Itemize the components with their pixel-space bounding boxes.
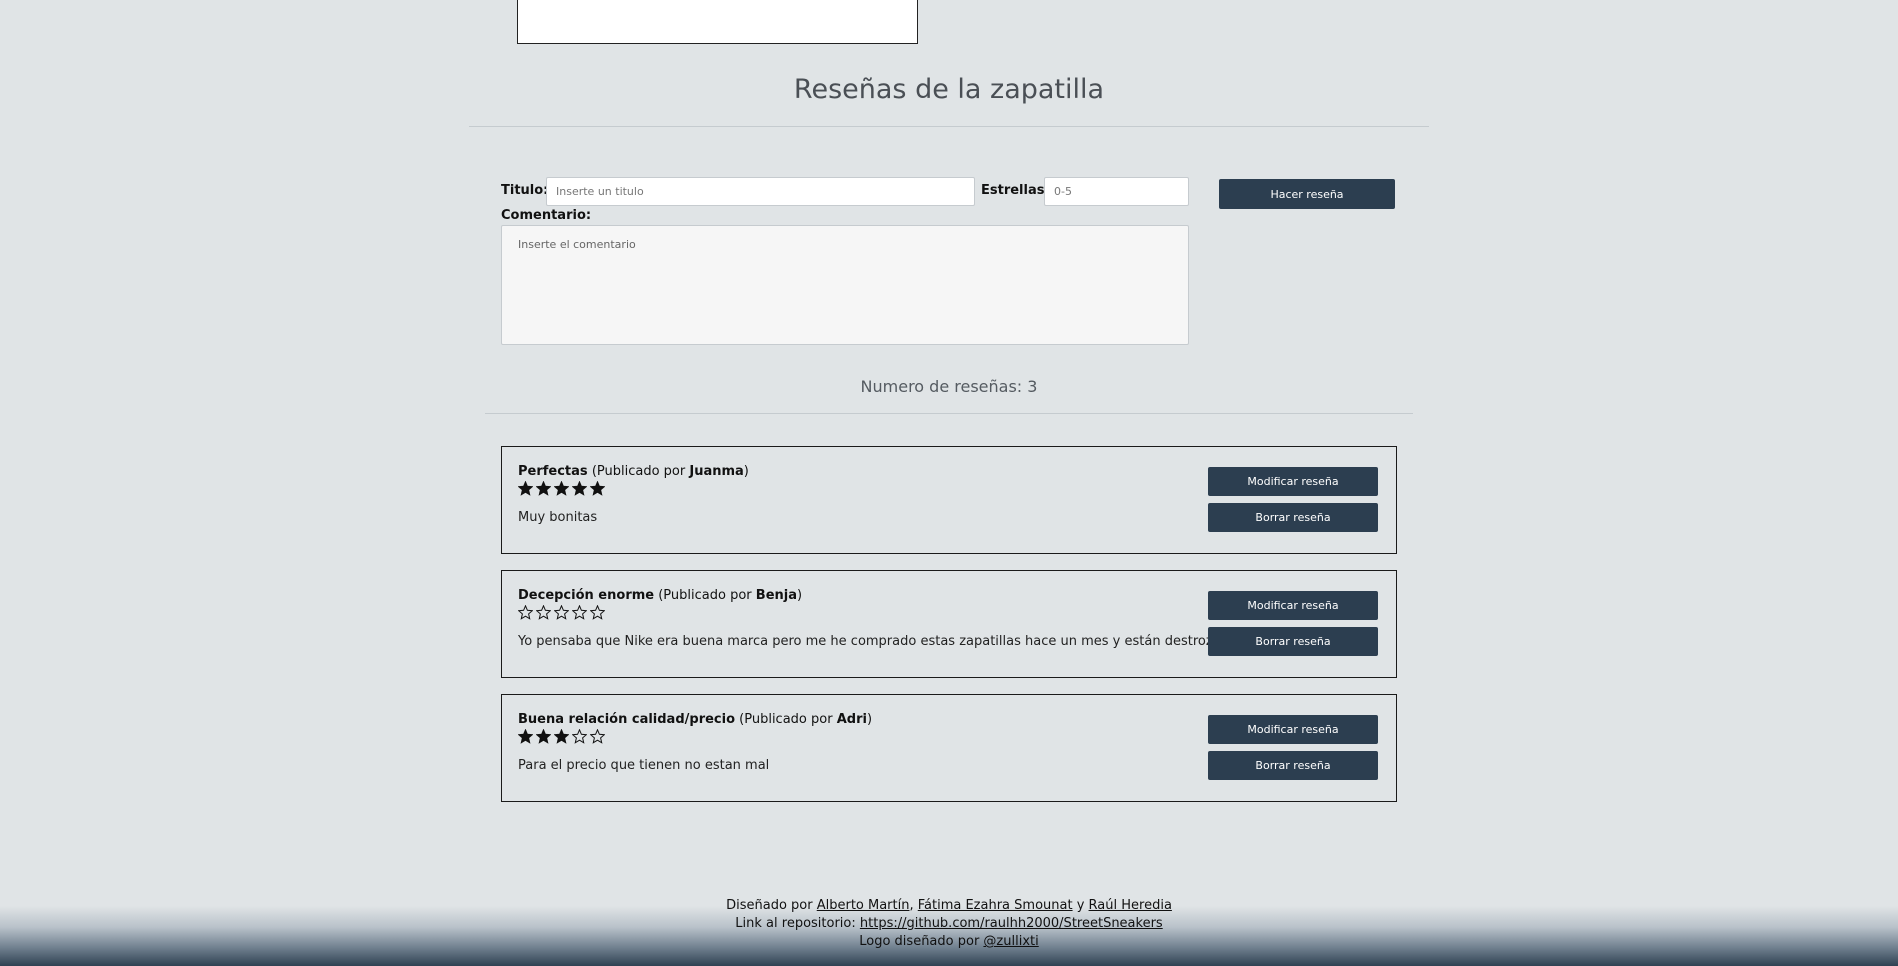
footer-logo-line: Logo diseñado por @zullixti	[0, 933, 1898, 951]
review-title: Perfectas	[518, 464, 588, 479]
title-input[interactable]: Inserte un titulo	[546, 177, 975, 206]
star-filled-icon	[536, 481, 551, 496]
published-by-suffix: )	[743, 464, 749, 479]
star-empty-icon	[590, 605, 605, 620]
star-filled-icon	[590, 481, 605, 496]
modify-review-button[interactable]: Modificar reseña	[1208, 715, 1378, 744]
review-author: Adri	[836, 712, 867, 727]
footer: Diseñado por Alberto Martín, Fátima Ezah…	[0, 897, 1898, 951]
designed-by-text: Diseñado por	[726, 898, 817, 913]
logo-author-link[interactable]: @zullixti	[983, 934, 1038, 949]
stars-label: Estrellas:	[981, 183, 1050, 198]
count-divider	[485, 413, 1413, 414]
title-label: Titulo:	[501, 183, 549, 198]
star-filled-icon	[536, 729, 551, 744]
author-separator-and: y	[1072, 898, 1089, 913]
star-empty-icon	[554, 605, 569, 620]
review-header: Buena relación calidad/precio (Publicado…	[518, 712, 872, 727]
review-card: Perfectas (Publicado por Juanma) Muy bon…	[501, 446, 1397, 554]
star-filled-icon	[572, 481, 587, 496]
review-author: Benja	[755, 588, 797, 603]
published-by-suffix: )	[797, 588, 803, 603]
author-separator: ,	[909, 898, 918, 913]
logo-prefix-text: Logo diseñado por	[859, 934, 984, 949]
star-filled-icon	[518, 481, 533, 496]
review-comment: Yo pensaba que Nike era buena marca pero…	[518, 634, 1264, 649]
star-empty-icon	[518, 605, 533, 620]
image-placeholder-box	[517, 0, 918, 44]
repo-prefix-text: Link al repositorio:	[735, 916, 860, 931]
star-filled-icon	[554, 729, 569, 744]
star-filled-icon	[554, 481, 569, 496]
published-by-prefix: (Publicado por	[591, 464, 690, 479]
review-title: Buena relación calidad/precio	[518, 712, 736, 727]
author-link-raul[interactable]: Raúl Heredia	[1089, 898, 1172, 913]
delete-review-button[interactable]: Borrar reseña	[1208, 627, 1378, 656]
footer-repo-line: Link al repositorio: https://github.com/…	[0, 915, 1898, 933]
star-rating	[518, 481, 605, 496]
review-count: Numero de reseñas: 3	[860, 377, 1038, 396]
star-rating	[518, 729, 605, 744]
review-comment: Muy bonitas	[518, 510, 598, 525]
review-title: Decepción enorme	[518, 588, 655, 603]
star-empty-icon	[590, 729, 605, 744]
author-link-alberto[interactable]: Alberto Martín	[817, 898, 910, 913]
star-empty-icon	[536, 605, 551, 620]
star-rating	[518, 605, 605, 620]
delete-review-button[interactable]: Borrar reseña	[1208, 751, 1378, 780]
review-header: Decepción enorme (Publicado por Benja)	[518, 588, 802, 603]
title-divider	[469, 126, 1429, 127]
review-form: Titulo: Inserte un titulo Estrellas: 0-5…	[501, 177, 1401, 347]
comment-label: Comentario:	[501, 208, 592, 223]
delete-review-button[interactable]: Borrar reseña	[1208, 503, 1378, 532]
author-link-fatima[interactable]: Fátima Ezahra Smounat	[918, 898, 1073, 913]
review-comment: Para el precio que tienen no estan mal	[518, 758, 770, 773]
modify-review-button[interactable]: Modificar reseña	[1208, 591, 1378, 620]
published-by-prefix: (Publicado por	[739, 712, 837, 727]
submit-review-button[interactable]: Hacer reseña	[1219, 179, 1395, 209]
review-author: Juanma	[689, 464, 744, 479]
repo-link[interactable]: https://github.com/raulhh2000/StreetSnea…	[860, 916, 1163, 931]
published-by-suffix: )	[866, 712, 873, 727]
star-empty-icon	[572, 605, 587, 620]
modify-review-button[interactable]: Modificar reseña	[1208, 467, 1378, 496]
star-filled-icon	[518, 729, 533, 744]
review-header: Perfectas (Publicado por Juanma)	[518, 464, 749, 479]
review-card: Decepción enorme (Publicado por Benja) Y…	[501, 570, 1397, 678]
star-empty-icon	[572, 729, 587, 744]
comment-textarea[interactable]: Inserte el comentario	[501, 225, 1189, 345]
reviews-section-title: Reseñas de la zapatilla	[793, 74, 1105, 105]
footer-credits-line: Diseñado por Alberto Martín, Fátima Ezah…	[0, 897, 1898, 915]
stars-input[interactable]: 0-5	[1044, 177, 1189, 206]
review-card: Buena relación calidad/precio (Publicado…	[501, 694, 1397, 802]
published-by-prefix: (Publicado por	[658, 588, 756, 603]
